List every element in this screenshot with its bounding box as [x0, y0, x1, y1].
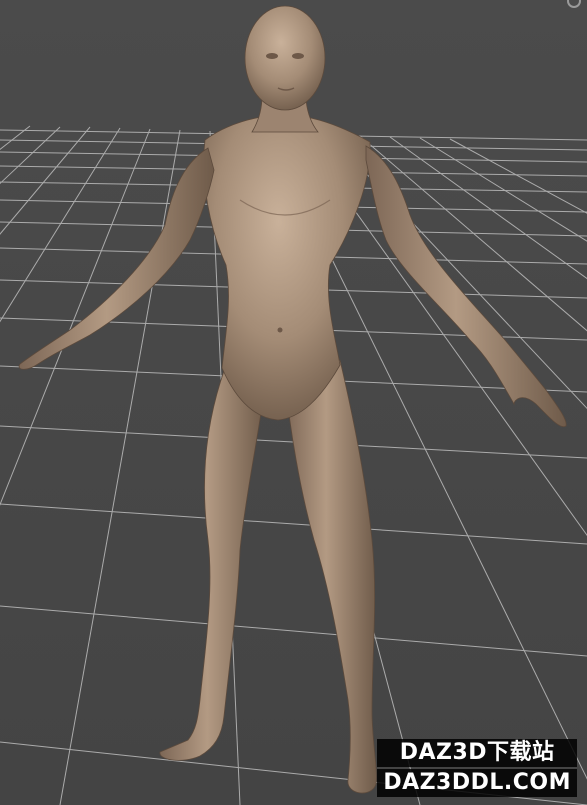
- watermark-line-1: DAZ3D下载站: [377, 739, 577, 767]
- human-figure: [18, 5, 567, 794]
- viewport-scene: [0, 5, 587, 805]
- watermark: DAZ3D下载站 DAZ3DDL.COM: [377, 739, 577, 797]
- 3d-viewport[interactable]: DAZ3D下载站 DAZ3DDL.COM: [0, 0, 587, 805]
- watermark-line-2: DAZ3DDL.COM: [377, 769, 577, 797]
